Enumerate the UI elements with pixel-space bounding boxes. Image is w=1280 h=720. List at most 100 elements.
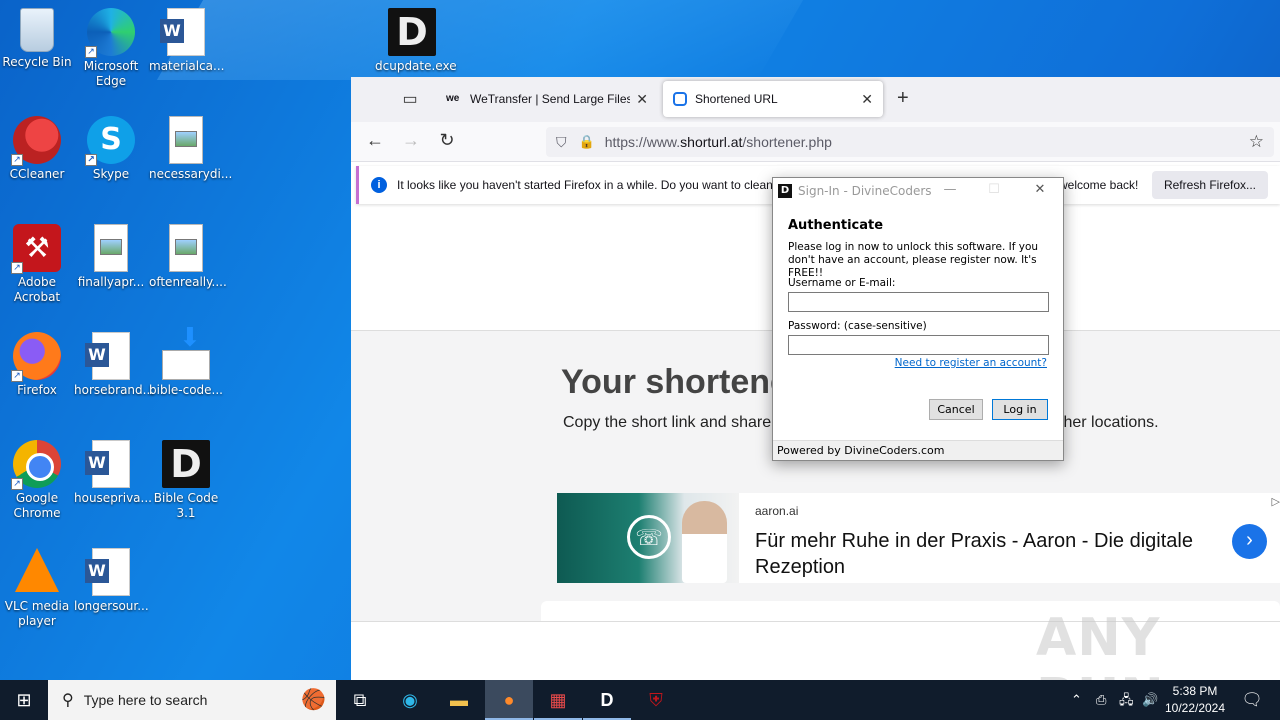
bookmark-star-icon[interactable]: ☆	[1249, 132, 1264, 152]
new-tab-icon[interactable]: +	[897, 87, 909, 110]
search-icon: ⚲	[62, 692, 74, 709]
desktop-icon-label: oftenreally....	[149, 275, 227, 289]
image-file-icon	[169, 224, 203, 272]
desktop-icon-bible-code[interactable]: ⬇ bible-code...	[149, 325, 223, 398]
notifications-icon[interactable]: 🗨	[1232, 680, 1272, 720]
divinecoders-taskbar-icon[interactable]: D	[583, 680, 631, 720]
desktop-icon-label: CCleaner	[9, 167, 65, 181]
url-host: shorturl.at	[680, 134, 743, 150]
wallpaper-light-beam	[156, 0, 804, 80]
ad-image: ☏	[557, 493, 739, 583]
page-subtitle-tail: ther locations.	[1059, 414, 1159, 431]
desktop-icon-firefox[interactable]: ↗ Firefox	[0, 332, 74, 398]
desktop-icon-label: longersour...	[74, 599, 149, 613]
desktop-icon-materialca[interactable]: W materialca...	[149, 8, 225, 74]
refresh-firefox-button[interactable]: Refresh Firefox...	[1151, 171, 1268, 199]
edge-taskbar-icon[interactable]: ◉	[386, 680, 434, 720]
desktop-icon-horsebrand[interactable]: W horsebrand...	[74, 332, 154, 398]
dialog-titlebar[interactable]: D Sign-In - DivineCoders	[773, 178, 1063, 203]
firefox-taskbar-icon[interactable]: ●	[485, 680, 533, 720]
desktop-icon-label: Skype	[92, 167, 130, 181]
ad-open-arrow-icon[interactable]: ›	[1232, 524, 1267, 559]
desktop-icon-label: Adobe Acrobat	[13, 275, 61, 304]
desktop-icon-necessarydi[interactable]: necessarydi...	[149, 116, 232, 182]
register-link[interactable]: Need to register an account?	[895, 357, 1047, 369]
clock-date: 10/22/2024	[1164, 701, 1226, 715]
sign-in-dialog: D Sign-In - DivineCoders — ☐ ✕ Authentic…	[772, 177, 1064, 461]
task-view-icon[interactable]: ⧉	[336, 680, 384, 720]
desktop-icon-label: finallyapr...	[77, 275, 145, 289]
url-scheme: https://www.	[604, 134, 681, 150]
acrobat-icon: ⚒ ↗	[11, 224, 61, 274]
desktop-icon-bible-code-31[interactable]: D Bible Code 3.1	[149, 440, 223, 521]
windows-start-icon[interactable]: ⊞	[0, 680, 48, 720]
tracking-shield-icon[interactable]: ⛉	[556, 134, 567, 151]
url-bar[interactable]: ⛉ 🔒 https://www. shorturl.at/shortener.ph…	[546, 127, 1274, 157]
network-icon[interactable]: 🖧	[1119, 680, 1134, 720]
password-input[interactable]	[788, 335, 1049, 355]
cancel-button[interactable]: Cancel	[929, 399, 983, 420]
phone-icon: ☏	[627, 515, 671, 559]
navigation-toolbar: ← → ↻ ⛉ 🔒 https://www. shorturl.at/shorte…	[351, 122, 1280, 162]
volume-icon[interactable]: 🔊	[1142, 680, 1158, 720]
desktop-icon-oftenreally[interactable]: oftenreally....	[149, 224, 227, 290]
tab-shortened-url[interactable]: Shortened URL ✕	[663, 81, 883, 117]
minimize-icon[interactable]: —	[935, 182, 965, 197]
desktop-icon-google-chrome[interactable]: ↗ Google Chrome	[0, 440, 74, 521]
desktop-icon-ccleaner[interactable]: ↗ CCleaner	[0, 116, 74, 182]
desktop-icon-label: housepriva...	[74, 491, 152, 505]
skype-icon: S ↗	[85, 116, 135, 166]
url-path: /shortener.php	[742, 134, 832, 150]
reload-icon[interactable]: ↻	[435, 130, 459, 151]
lock-icon[interactable]: 🔒	[579, 134, 595, 150]
taskbar-search-box[interactable]: ⚲ Type here to search 🏀	[48, 680, 336, 720]
dialog-message: Please log in now to unlock this softwar…	[788, 241, 1039, 279]
back-arrow-icon[interactable]: ←	[363, 130, 387, 151]
vlc-cone-icon	[15, 548, 59, 592]
ccleaner-icon: ↗	[11, 116, 61, 166]
system-clock[interactable]: 5:38 PM 10/22/2024	[1160, 683, 1230, 717]
username-input[interactable]	[788, 292, 1049, 312]
search-highlight-icon: 🏀	[301, 689, 326, 711]
advertisement[interactable]: ☏ aaron.ai Für mehr Ruhe in der Praxis -…	[557, 493, 1280, 583]
tab-label: WeTransfer | Send Large Files Fa	[470, 92, 631, 106]
device-icon[interactable]: ⎙	[1096, 680, 1106, 720]
maximize-icon[interactable]: ☐	[979, 182, 1009, 197]
winrar-taskbar-icon[interactable]: ▦	[534, 680, 582, 720]
bible-code-app-icon: D	[162, 440, 210, 488]
word-document-icon: W	[85, 440, 130, 488]
close-tab-icon[interactable]: ✕	[861, 91, 873, 108]
firefox-view-icon[interactable]: ▭	[399, 89, 421, 111]
desktop-icon-label: materialca...	[149, 59, 225, 73]
desktop-icon-adobe-acrobat[interactable]: ⚒ ↗ Adobe Acrobat	[0, 224, 74, 305]
clock-time: 5:38 PM	[1172, 684, 1218, 698]
forward-arrow-icon[interactable]: →	[399, 130, 423, 151]
image-file-icon	[169, 116, 203, 164]
tab-wetransfer[interactable]: we WeTransfer | Send Large Files Fa ✕	[436, 81, 658, 117]
dialog-footer: Powered by DivineCoders.com	[773, 440, 1063, 460]
info-icon: i	[371, 177, 387, 193]
recycle-bin-icon	[20, 8, 54, 52]
chrome-icon: ↗	[11, 440, 61, 490]
desktop-icon-housepriva[interactable]: W housepriva...	[74, 440, 152, 506]
desktop-icon-label: Microsoft Edge	[83, 59, 139, 88]
ad-title[interactable]: Für mehr Ruhe in der Praxis - Aaron - Di…	[755, 528, 1225, 580]
desktop-icon-microsoft-edge[interactable]: ↗ Microsoft Edge	[74, 8, 148, 89]
desktop-icon-recycle-bin[interactable]: Recycle Bin	[0, 8, 74, 70]
mcafee-taskbar-icon[interactable]: ⛨	[632, 680, 680, 720]
desktop-icon-finallyapr[interactable]: finallyapr...	[74, 224, 148, 290]
desktop-icon-vlc[interactable]: VLC media player	[0, 548, 74, 629]
desktop-icon-skype[interactable]: S ↗ Skype	[74, 116, 148, 182]
shortcut-arrow-icon: ↗	[11, 478, 23, 490]
close-tab-icon[interactable]: ✕	[636, 91, 648, 108]
show-hidden-icons-chevron-icon[interactable]: ⌃	[1071, 680, 1082, 720]
login-button[interactable]: Log in	[992, 399, 1048, 420]
ad-choices-icon[interactable]: ▷	[1272, 495, 1280, 508]
desktop-icon-dcupdate[interactable]: D dcupdate.exe	[375, 8, 457, 74]
shortcut-arrow-icon: ↗	[11, 154, 23, 166]
desktop-icon-longersour[interactable]: W longersour...	[74, 548, 149, 614]
file-explorer-icon[interactable]: ▬	[435, 680, 483, 720]
doctor-photo	[682, 501, 727, 583]
close-icon[interactable]: ✕	[1025, 182, 1055, 197]
desktop-icon-label: Firefox	[17, 383, 57, 397]
